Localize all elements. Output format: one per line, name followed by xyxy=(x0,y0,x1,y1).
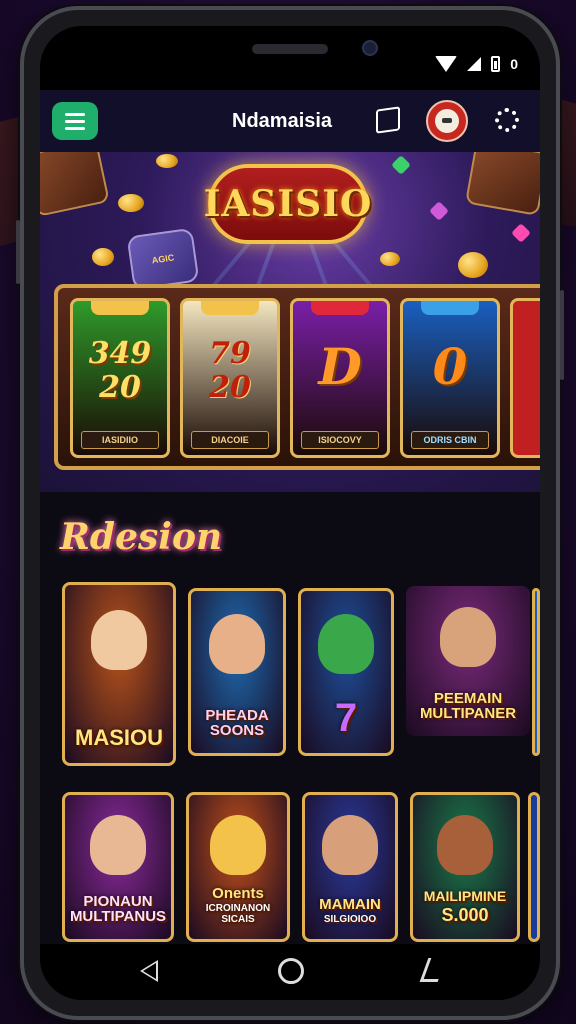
game-title-text: MAILIPMINE xyxy=(423,888,507,905)
promo-badge: AGIC xyxy=(126,227,200,291)
game-subtitle: ICROINANON SICAIS xyxy=(205,903,271,925)
game-portrait xyxy=(91,609,147,670)
coin-icon xyxy=(458,252,488,278)
game-title: PIONAUN MULTIPANUS xyxy=(69,892,167,926)
reel-value: 349 20 xyxy=(73,337,167,405)
reel-cap xyxy=(91,301,149,315)
earpiece-speaker xyxy=(252,44,328,54)
reel-value: 79 20 xyxy=(183,337,277,405)
game-title-text: MAMAIN xyxy=(319,895,381,913)
navigation-bar xyxy=(40,944,540,1000)
game-title-text: Onents xyxy=(212,885,264,903)
reel-value-line2: 20 xyxy=(99,370,141,405)
avatar-face-icon xyxy=(435,109,459,133)
home-icon[interactable] xyxy=(278,958,304,984)
promo-badge-text: AGIC xyxy=(151,252,175,266)
power-button xyxy=(560,290,564,380)
coin-icon xyxy=(156,154,178,168)
game-card[interactable]: Onents ICROINANON SICAIS xyxy=(186,792,290,942)
status-icons: 0 xyxy=(435,56,518,72)
hamburger-menu-button[interactable] xyxy=(52,102,98,140)
reel-label: ODRIS CBIN xyxy=(411,431,489,449)
card-deco xyxy=(40,152,110,217)
coin-icon xyxy=(118,194,144,212)
status-bar: 0 xyxy=(40,26,540,90)
slot-reel-partial xyxy=(510,298,540,458)
game-title: MASIOU xyxy=(75,724,163,750)
game-portrait xyxy=(440,607,496,667)
game-title: MAILIPMINE S.000 xyxy=(413,889,517,939)
game-title: PHEADA SOONS xyxy=(205,706,269,740)
reel-cap xyxy=(311,301,369,315)
gem-icon xyxy=(511,223,531,243)
hamburger-menu-icon xyxy=(65,112,85,116)
game-subtitle: SILGIOIOO xyxy=(323,913,377,925)
slot-reel[interactable]: 0 ODRIS CBIN xyxy=(400,298,500,458)
reel-cap xyxy=(201,301,259,315)
front-camera xyxy=(362,40,378,56)
game-portrait xyxy=(322,815,378,876)
game-card[interactable]: PEEMAIN MULTIPANER xyxy=(406,586,530,736)
reel-value-line1: D xyxy=(318,337,362,396)
hero-banner[interactable]: IASISIO AGIC 349 20 IASIDIIO 79 20 DIACO… xyxy=(40,152,540,492)
logo-text: IASISIO xyxy=(203,183,373,225)
volume-button xyxy=(16,220,20,284)
reel-value-line1: 0 xyxy=(432,337,468,396)
card-deco xyxy=(465,152,540,216)
battery-level-text: 0 xyxy=(510,56,518,72)
game-card[interactable]: PHEADA SOONS xyxy=(188,588,286,756)
coin-icon xyxy=(380,252,400,266)
avatar[interactable] xyxy=(426,100,468,142)
game-card[interactable]: MAMAIN SILGIOIOO xyxy=(302,792,398,942)
gem-icon xyxy=(429,201,449,221)
game-title: 7 xyxy=(334,696,358,740)
back-icon[interactable] xyxy=(140,960,158,982)
game-portrait xyxy=(318,613,374,674)
reel-value: D xyxy=(293,337,387,397)
reel-label: DIACOIE xyxy=(191,431,269,449)
loading-spinner-icon[interactable] xyxy=(495,108,519,132)
coin-icon xyxy=(92,248,114,266)
hamburger-menu-icon-line xyxy=(65,119,85,123)
game-card[interactable]: MASIOU xyxy=(62,582,176,766)
casino-logo: IASISIO xyxy=(204,164,371,244)
game-title: Onents ICROINANON SICAIS xyxy=(189,886,287,939)
game-portrait xyxy=(209,613,265,674)
reel-value-line1: 349 xyxy=(88,336,152,371)
reel-label: ISIOCOVY xyxy=(301,431,379,449)
phone-frame: 0 Ndamaisia IASISIO AGIC 349 20 IASIDIIO… xyxy=(16,6,564,1020)
slot-reel[interactable]: D ISIOCOVY xyxy=(290,298,390,458)
recent-icon[interactable] xyxy=(419,958,447,982)
game-portrait xyxy=(90,815,146,876)
game-card-partial xyxy=(528,792,540,942)
wifi-icon xyxy=(435,56,458,72)
game-card-partial xyxy=(532,588,540,756)
game-card[interactable]: MAILIPMINE S.000 xyxy=(410,792,520,942)
game-title: MAMAIN SILGIOIOO xyxy=(305,895,395,939)
section-title: Rdesion xyxy=(60,516,223,558)
signal-icon xyxy=(467,57,482,71)
slot-reel[interactable]: 349 20 IASIDIIO xyxy=(70,298,170,458)
app-title: Ndamaisia xyxy=(232,110,333,132)
reel-value-line1: 79 xyxy=(209,336,251,371)
slot-reels: 349 20 IASIDIIO 79 20 DIACOIE D ISIOCOVY… xyxy=(54,284,540,470)
game-card[interactable]: PIONAUN MULTIPANUS xyxy=(62,792,174,942)
battery-icon xyxy=(491,56,501,72)
screen: 0 Ndamaisia IASISIO AGIC 349 20 IASIDIIO… xyxy=(40,26,540,1000)
hamburger-menu-icon-line xyxy=(65,126,85,130)
reel-value: 0 xyxy=(403,337,497,397)
game-portrait xyxy=(210,815,266,876)
game-portrait xyxy=(437,815,493,876)
reel-label: IASIDIIO xyxy=(81,431,159,449)
game-subtitle: S.000 xyxy=(441,905,489,926)
app-bar: Ndamaisia xyxy=(40,90,540,152)
slot-reel[interactable]: 79 20 DIACOIE xyxy=(180,298,280,458)
reel-value-line2: 20 xyxy=(209,370,251,405)
map-icon[interactable] xyxy=(376,106,400,134)
reel-cap xyxy=(421,301,479,315)
game-card[interactable]: 7 xyxy=(298,588,394,756)
gem-icon xyxy=(391,155,411,175)
game-title: PEEMAIN MULTIPANER xyxy=(419,689,517,723)
